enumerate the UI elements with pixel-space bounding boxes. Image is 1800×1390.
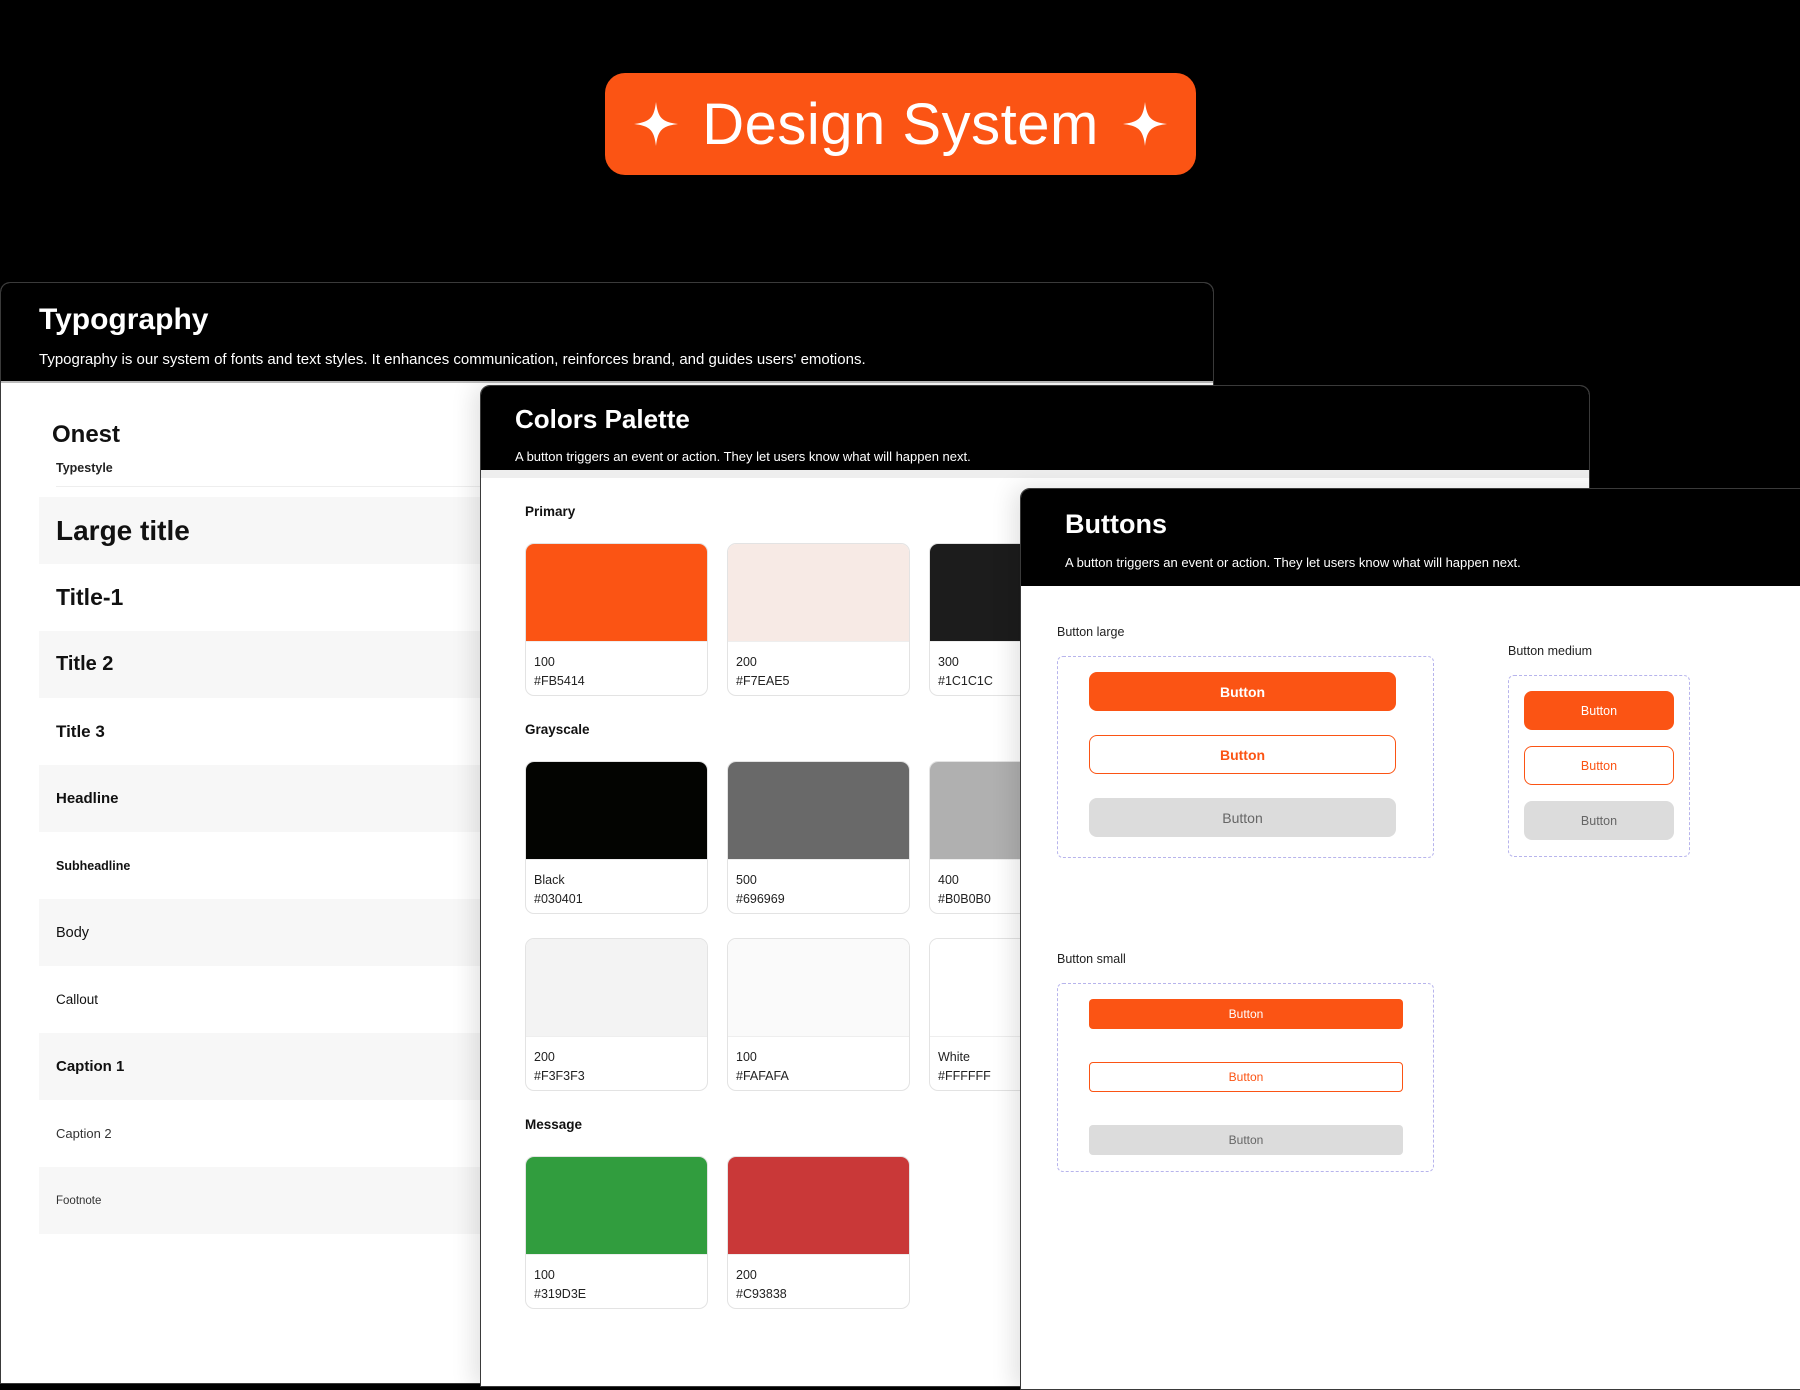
typestyle-row: Footnote: [39, 1167, 516, 1234]
typestyle-row: Body: [39, 899, 516, 966]
swatch-hex: #030401: [534, 892, 583, 906]
swatch-hex: #FB5414: [534, 674, 585, 688]
typestyle-row: Callout: [39, 966, 516, 1033]
swatch-name: 100: [534, 1268, 555, 1282]
outline-button-small[interactable]: Button: [1089, 1062, 1403, 1092]
typestyle-row: Subheadline: [39, 832, 516, 899]
color-chip: [526, 1157, 707, 1255]
typestyle-large-title: Large title: [56, 514, 190, 546]
primary-button-medium[interactable]: Button: [1524, 691, 1674, 730]
color-swatch: 200 #C93838: [727, 1156, 910, 1309]
color-swatch: 200 #F3F3F3: [525, 938, 708, 1091]
disabled-button-small[interactable]: Button: [1089, 1125, 1403, 1155]
color-swatch: 100 #FAFAFA: [727, 938, 910, 1091]
colors-header: Colors Palette A button triggers an even…: [481, 386, 1589, 478]
button-large-group: Button Button Button: [1057, 656, 1434, 858]
swatch-name: 100: [736, 1050, 757, 1064]
swatch-hex: #696969: [736, 892, 785, 906]
typestyle-headline: Headline: [56, 790, 119, 807]
buttons-panel: Buttons A button triggers an event or ac…: [1020, 488, 1800, 1390]
swatch-hex: #319D3E: [534, 1287, 587, 1301]
disabled-button-large[interactable]: Button: [1089, 798, 1396, 837]
outline-button-large[interactable]: Button: [1089, 735, 1396, 774]
swatch-name: 500: [736, 873, 757, 887]
disabled-button-medium[interactable]: Button: [1524, 801, 1674, 840]
color-swatch: 100 #FB5414: [525, 543, 708, 696]
typestyle-row: Title 3: [39, 698, 516, 765]
buttons-description: A button triggers an event or action. Th…: [1065, 555, 1521, 570]
typestyle-row: Title-1: [39, 564, 516, 631]
hero-badge: Design System: [605, 73, 1196, 175]
color-chip: [526, 939, 707, 1037]
colors-description: A button triggers an event or action. Th…: [515, 449, 971, 464]
typestyle-callout: Callout: [56, 992, 99, 1007]
color-swatch: 500 #696969: [727, 761, 910, 914]
color-swatch: 100 #319D3E: [525, 1156, 708, 1309]
swatch-hex: #F7EAE5: [736, 674, 790, 688]
swatch-name: 200: [736, 655, 757, 669]
color-swatch: 200 #F7EAE5: [727, 543, 910, 696]
buttons-header: Buttons A button triggers an event or ac…: [1021, 489, 1800, 586]
typestyle-subheadline: Subheadline: [56, 858, 131, 873]
typestyle-caption-2: Caption 2: [56, 1126, 112, 1141]
outline-button-medium[interactable]: Button: [1524, 746, 1674, 785]
typography-header: Typography Typography is our system of f…: [1, 283, 1213, 383]
buttons-title: Buttons: [1065, 509, 1167, 539]
hero-title: Design System: [702, 91, 1099, 157]
button-medium-group: Button Button Button: [1508, 675, 1690, 857]
typestyle-row: Headline: [39, 765, 516, 832]
typestyle-body: Body: [56, 924, 90, 941]
button-medium-label: Button medium: [1508, 644, 1593, 658]
typestyle-row: Title 2: [39, 631, 516, 698]
swatch-hex: #F3F3F3: [534, 1069, 585, 1083]
color-chip: [728, 544, 909, 642]
swatch-name: 200: [534, 1050, 555, 1064]
typography-description: Typography is our system of fonts and te…: [39, 351, 866, 368]
swatch-hex: #FAFAFA: [736, 1069, 789, 1083]
typestyle-caption-1: Caption 1: [56, 1058, 125, 1075]
typestyle-title-3: Title 3: [56, 721, 105, 741]
color-chip: [728, 1157, 909, 1255]
swatch-name: 200: [736, 1268, 757, 1282]
colors-title: Colors Palette: [515, 404, 690, 434]
typography-title: Typography: [39, 303, 209, 336]
typestyle-row: Caption 1: [39, 1033, 516, 1100]
swatch-name: 100: [534, 655, 555, 669]
typestyle-row: Large title: [39, 497, 516, 564]
sparkle-icon: [1122, 102, 1167, 146]
color-chip: [526, 762, 707, 860]
color-chip: [728, 762, 909, 860]
color-swatch: Black #030401: [525, 761, 708, 914]
typestyle-row: Caption 2: [39, 1100, 516, 1167]
typestyle-title-2: Title 2: [56, 653, 114, 675]
button-small-label: Button small: [1057, 952, 1126, 966]
swatch-name: Black: [534, 873, 565, 887]
swatch-hex: #C93838: [736, 1287, 787, 1301]
typestyle-footnote: Footnote: [56, 1194, 102, 1207]
primary-button-large[interactable]: Button: [1089, 672, 1396, 711]
typestyle-label: Typestyle: [56, 461, 516, 487]
button-large-label: Button large: [1057, 625, 1125, 639]
typestyle-title-1: Title-1: [56, 584, 124, 610]
color-chip: [526, 544, 707, 642]
primary-button-small[interactable]: Button: [1089, 999, 1403, 1029]
color-chip: [728, 939, 909, 1037]
button-small-group: Button Button Button: [1057, 983, 1434, 1172]
sparkle-icon: [634, 102, 679, 146]
